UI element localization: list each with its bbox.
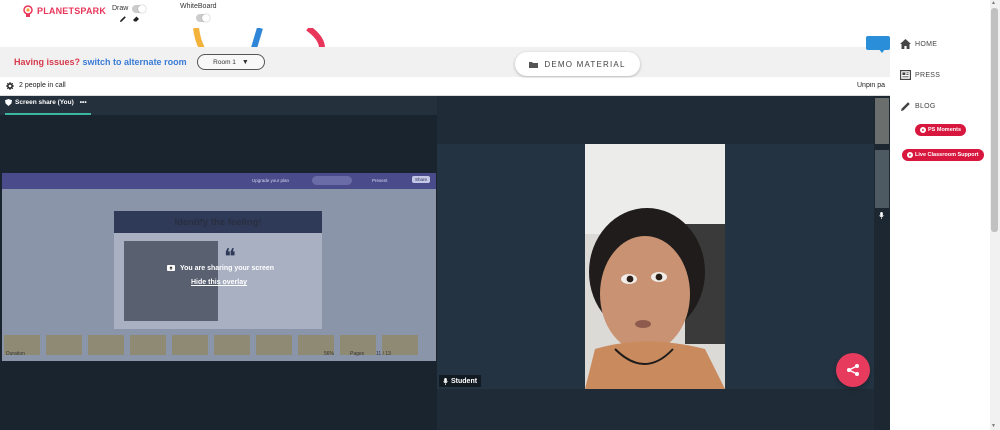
whiteboard-toggle[interactable] <box>196 14 210 22</box>
pencil-icon <box>901 102 910 111</box>
sharing-overlay-text: You are sharing your screen <box>180 265 275 272</box>
participant-name: Student <box>451 377 478 385</box>
issue-prefix: Having issues? <box>14 57 81 67</box>
logo-text: PLANETSPARK <box>37 6 107 16</box>
microphone-icon <box>879 212 884 219</box>
scrollbar-thumb[interactable] <box>991 8 998 232</box>
present-text: Present <box>372 178 388 183</box>
planetspark-logo[interactable]: PLANETSPARK <box>22 4 106 18</box>
right-sidebar <box>890 0 990 430</box>
issue-message: Having issues? switch to alternate room <box>14 57 187 67</box>
share-text: Share <box>412 176 431 183</box>
unpin-button[interactable]: Unpin pa <box>857 82 890 89</box>
room-select[interactable]: Room 1 ▼ <box>197 54 265 70</box>
shared-app-canvas: Identify the feeling! ❝ <box>2 189 436 361</box>
sidebar-item-press[interactable]: PRESS <box>900 70 940 80</box>
footer-duration: Duration <box>6 351 25 357</box>
more-options-icon[interactable]: ••• <box>80 99 87 106</box>
footer-pages: Pages <box>350 351 365 357</box>
sidebar-item-blog[interactable]: BLOG <box>900 101 936 112</box>
room-select-value: Room 1 <box>213 58 236 66</box>
participant-thumbnail[interactable] <box>875 98 889 144</box>
share-icon <box>847 364 859 376</box>
whiteboard-label: WhiteBoard <box>180 3 217 10</box>
draw-toggle[interactable] <box>132 5 146 13</box>
draw-label: Draw <box>112 5 129 12</box>
logo-mark-icon <box>23 5 33 17</box>
newspaper-icon <box>900 70 911 80</box>
shared-app-footer: Duration 56% Pages 11 / 13 <box>2 347 436 361</box>
screen-share-tab-label: Screen share (You) <box>15 99 74 106</box>
slide-title: Identify the feeling! <box>114 211 322 233</box>
demo-material-label: DEMO MATERIAL <box>544 59 626 69</box>
upgrade-plan-text: Upgrade your plan <box>252 178 290 183</box>
sharing-overlay-message: You are sharing your screen <box>167 265 274 272</box>
screen-share-tab[interactable]: Screen share (You) ••• <box>5 99 87 106</box>
shared-app-toolbar: Upgrade your plan Present Share <box>2 173 436 189</box>
demo-material-button[interactable]: DEMO MATERIAL <box>515 52 640 76</box>
ps-moments-label: PS Moments <box>928 127 962 133</box>
student-video <box>585 144 725 389</box>
collaborator-avatars <box>312 176 352 185</box>
student-video-feed <box>585 144 725 389</box>
top-bar <box>0 0 890 28</box>
dropdown-arrow-icon: ▼ <box>241 58 249 66</box>
alternate-room-link[interactable]: switch to alternate room <box>83 57 187 67</box>
microphone-icon <box>443 377 448 385</box>
folder-icon <box>529 61 539 68</box>
settings-gear-icon[interactable] <box>6 82 14 90</box>
eraser-tool-icon[interactable] <box>132 15 140 23</box>
share-fab-button[interactable] <box>836 353 870 387</box>
chat-badge-tail-icon <box>878 48 886 53</box>
call-strip <box>0 78 890 96</box>
sidebar-item-home[interactable]: HOME <box>900 39 937 49</box>
scroll-down-icon[interactable]: ▼ <box>991 423 996 429</box>
sidebar-item-label: HOME <box>915 40 938 48</box>
participant-strip <box>874 96 890 430</box>
participant-name-tag: Student <box>439 375 482 387</box>
scroll-up-icon[interactable]: ▲ <box>991 0 996 6</box>
ps-moments-button[interactable]: PS Moments <box>915 124 967 136</box>
participant-thumbnail[interactable] <box>875 150 889 208</box>
live-classroom-support-label: Live Classroom Support <box>915 152 979 158</box>
footer-page-count: 11 / 13 <box>376 351 391 357</box>
play-circle-icon <box>907 152 913 158</box>
participants-count: 2 people in call <box>19 82 66 89</box>
hide-overlay-link[interactable]: Hide this overlay <box>191 279 247 286</box>
sidebar-item-label: BLOG <box>915 103 936 110</box>
shield-icon <box>5 99 12 106</box>
decorative-arcs <box>193 28 325 48</box>
sidebar-item-label: PRESS <box>915 71 941 79</box>
play-circle-icon <box>920 127 926 133</box>
home-icon <box>900 39 911 49</box>
screen-share-icon <box>167 265 175 271</box>
live-classroom-support-button[interactable]: Live Classroom Support <box>902 149 984 161</box>
pencil-tool-icon[interactable] <box>119 15 127 23</box>
footer-zoom: 56% <box>324 351 335 357</box>
